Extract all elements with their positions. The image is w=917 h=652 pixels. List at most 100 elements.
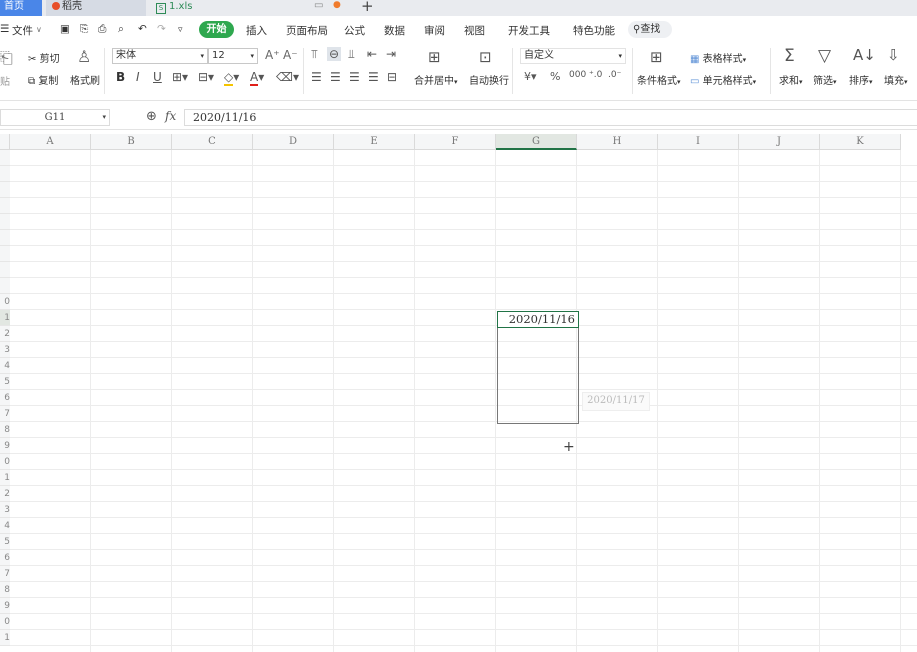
export-icon[interactable]: ⎘ [80,23,88,36]
column-header[interactable]: C [172,134,253,150]
format-painter-label[interactable]: 格式刷 [70,72,100,87]
row-header[interactable] [0,262,10,278]
column-header[interactable]: B [91,134,172,150]
clear-format-icon[interactable]: ⌫▾ [276,70,299,84]
column-header[interactable]: F [415,134,496,150]
fill-down-icon[interactable]: ⇩ [887,46,900,64]
row-header[interactable] [0,230,10,246]
tab-insert[interactable]: 插入 [246,23,267,38]
italic-icon[interactable]: I [136,70,140,84]
active-cell[interactable]: 2020/11/16 [497,311,579,328]
save-icon[interactable]: ▣ [60,23,70,35]
decrease-decimal-icon[interactable]: .0⁻ [608,70,621,80]
align-center-icon[interactable]: ☰ [330,70,341,84]
tab-page-layout[interactable]: 页面布局 [286,23,328,38]
tab-developer[interactable]: 开发工具 [508,23,550,38]
row-header[interactable] [0,214,10,230]
undo-icon[interactable]: ↶ [138,23,147,35]
currency-icon[interactable]: ¥▾ [524,70,537,83]
row-header[interactable]: 8 [0,422,10,438]
paste-icon[interactable]: ⎗ [0,48,13,68]
filter-icon[interactable]: ▽ [818,46,831,66]
cell-border-style-icon[interactable]: ⊟▾ [198,70,214,84]
wrap-text-icon[interactable]: ⊡ [479,48,492,66]
row-header[interactable] [0,278,10,294]
align-top-icon[interactable]: ⫪ [311,47,318,62]
row-header[interactable]: 9 [0,598,10,614]
monitor-icon[interactable]: ▭ [314,0,323,11]
column-header[interactable]: D [253,134,334,150]
distributed-align-icon[interactable]: ⊟ [387,70,397,84]
tab-daoke[interactable]: 稻壳 [46,0,146,16]
align-bottom-icon[interactable]: ⫫ [348,47,355,62]
row-header[interactable]: 9 [0,438,10,454]
row-header[interactable]: 1 [0,630,10,646]
thousands-separator-icon[interactable]: 000 [569,70,586,80]
column-header[interactable]: K [820,134,901,150]
column-header[interactable]: E [334,134,415,150]
tab-start[interactable]: 开始 [199,21,234,38]
row-header[interactable] [0,246,10,262]
sum-icon[interactable]: Σ [784,46,795,66]
print-preview-icon[interactable]: ⌕ [118,23,124,36]
align-right-icon[interactable]: ☰ [349,70,360,84]
row-header[interactable]: 6 [0,550,10,566]
conditional-format-button[interactable]: 条件格式▾ [637,72,681,87]
format-painter-icon[interactable]: ♙ [77,47,91,66]
merge-center-button[interactable]: 合并居中▾ [414,72,458,87]
filter-button[interactable]: 筛选▾ [813,72,837,87]
column-header[interactable]: H [577,134,658,150]
tab-home[interactable]: 首页 [0,0,42,16]
borders-icon[interactable]: ⊞▾ [172,70,188,84]
decrease-font-icon[interactable]: A⁻ [283,48,298,62]
align-left-icon[interactable]: ☰ [311,70,322,84]
select-all-corner[interactable] [0,134,10,150]
new-tab-icon[interactable]: + [361,0,374,15]
percent-icon[interactable]: % [550,70,560,83]
tab-review[interactable]: 审阅 [424,23,445,38]
font-name-select[interactable]: 宋体 ▾ [112,48,208,64]
row-header[interactable]: 1 [0,470,10,486]
tab-special[interactable]: 特色功能 [573,23,615,38]
copy-button[interactable]: ⧉ 复制 [28,72,58,87]
row-header[interactable]: 1 [0,310,10,326]
align-middle-icon[interactable]: ⊖ [327,47,342,61]
chevron-down-icon[interactable]: ∨ [36,25,42,34]
tab-file[interactable]: S 1.xls [150,0,310,16]
tab-view[interactable]: 视图 [464,23,485,38]
fill-color-icon[interactable]: ◇▾ [224,70,239,86]
row-header[interactable] [0,166,10,182]
column-header[interactable]: A [10,134,91,150]
row-header[interactable]: 6 [0,390,10,406]
row-header[interactable]: 4 [0,518,10,534]
paste-label[interactable]: 贴 [0,73,10,88]
cell-style-button[interactable]: ▭ 单元格样式▾ [690,72,756,87]
row-header[interactable] [0,182,10,198]
column-header[interactable]: G [496,134,577,150]
sort-icon[interactable]: A↓ [853,46,876,64]
sort-button[interactable]: 排序▾ [849,72,873,87]
row-header[interactable] [0,198,10,214]
row-header[interactable]: 0 [0,614,10,630]
font-color-icon[interactable]: A▾ [250,70,264,86]
table-style-button[interactable]: ▦ 表格样式▾ [690,50,746,65]
tab-data[interactable]: 数据 [384,23,405,38]
row-header[interactable]: 8 [0,582,10,598]
row-header[interactable]: 7 [0,406,10,422]
hamburger-icon[interactable]: ☰ [0,23,9,35]
spreadsheet-grid[interactable]: ABCDEFGHIJK 0123456789012345678901 2020/… [0,134,917,652]
row-header[interactable]: 0 [0,454,10,470]
wrap-text-button[interactable]: 自动换行 [469,72,509,87]
indent-decrease-icon[interactable]: ⇤ [367,47,377,61]
justify-icon[interactable]: ☰ [368,70,379,84]
row-header[interactable]: 4 [0,358,10,374]
conditional-format-icon[interactable]: ⊞ [650,48,663,66]
sum-button[interactable]: 求和▾ [779,72,803,87]
number-format-select[interactable]: 自定义 ▾ [520,48,626,64]
column-header[interactable]: J [739,134,820,150]
cut-button[interactable]: ✂ 剪切 [28,50,60,65]
increase-decimal-icon[interactable]: ⁺.0 [589,70,602,80]
tab-formulas[interactable]: 公式 [344,23,365,38]
increase-font-icon[interactable]: A⁺ [265,48,280,62]
insert-function-button[interactable]: fx [165,109,176,123]
